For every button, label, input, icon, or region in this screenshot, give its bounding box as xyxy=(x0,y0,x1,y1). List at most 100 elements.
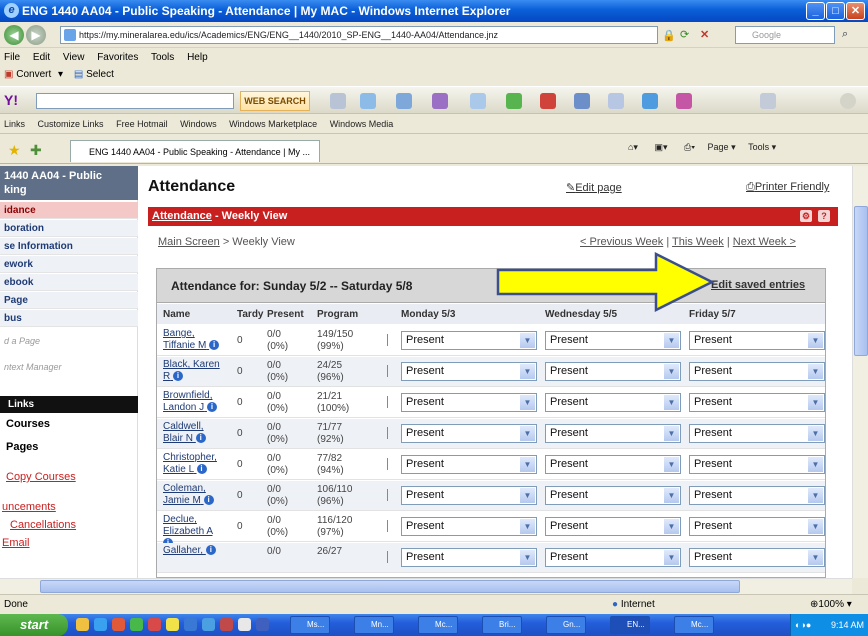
horizontal-scroll-thumb[interactable] xyxy=(40,580,740,593)
info-icon[interactable]: i xyxy=(205,545,216,556)
toolbar-music-icon[interactable] xyxy=(676,93,692,109)
wednesday-status-select[interactable]: Present ▼ xyxy=(545,455,681,474)
chevron-down-icon[interactable]: ▼ xyxy=(808,426,823,441)
friday-status-select[interactable]: Present ▼ xyxy=(689,424,825,443)
lock-icon[interactable]: 🔒 xyxy=(662,29,676,42)
wednesday-status-select[interactable]: Present ▼ xyxy=(545,486,681,505)
taskbar-item-4[interactable]: Bri... xyxy=(482,616,522,634)
toolbar-settings-icon[interactable] xyxy=(840,93,856,109)
quicklaunch-ie-icon[interactable] xyxy=(94,618,107,631)
link-windows-marketplace[interactable]: Windows Marketplace xyxy=(229,119,317,129)
chevron-down-icon[interactable]: ▼ xyxy=(664,426,679,441)
favorites-star-icon[interactable]: ★ xyxy=(8,142,21,159)
student-name-link[interactable]: Bange, Tiffanie M i xyxy=(163,328,225,352)
yahoo-logo-icon[interactable]: Y! xyxy=(4,92,18,108)
sidebar-item-course-information[interactable]: se Information xyxy=(0,238,138,255)
friday-status-select[interactable]: Present ▼ xyxy=(689,331,825,350)
taskbar-item-6[interactable]: EN... xyxy=(610,616,650,634)
chevron-down-icon[interactable]: ▼ xyxy=(808,519,823,534)
chevron-down-icon[interactable]: ▼ xyxy=(520,519,535,534)
quicklaunch-icon-8[interactable] xyxy=(202,618,215,631)
home-icon[interactable]: ⌂▾ xyxy=(628,142,638,152)
printer-friendly-link[interactable]: ⎙Printer Friendly xyxy=(746,181,829,194)
info-icon[interactable]: i xyxy=(206,402,217,413)
toolbar-news-icon[interactable] xyxy=(540,93,556,109)
wednesday-status-select[interactable]: Present ▼ xyxy=(545,393,681,412)
search-input[interactable]: Google xyxy=(735,26,835,44)
quicklaunch-icon-4[interactable] xyxy=(130,618,143,631)
add-favorites-icon[interactable]: ✚ xyxy=(30,142,42,159)
convert-dropdown-icon[interactable]: ▾ xyxy=(58,69,63,80)
student-name-link[interactable]: Black, Karen R i xyxy=(163,359,225,383)
quicklaunch-icon-5[interactable] xyxy=(148,618,161,631)
sidebar-item-collaboration[interactable]: boration xyxy=(0,220,138,237)
sidebar-item-coursework[interactable]: ework xyxy=(0,256,138,273)
toolbar-search-input[interactable] xyxy=(36,93,234,109)
monday-status-select[interactable]: Present ▼ xyxy=(401,362,537,381)
chevron-down-icon[interactable]: ▼ xyxy=(520,550,535,565)
toolbar-calendar-icon[interactable] xyxy=(642,93,658,109)
link-free-hotmail[interactable]: Free Hotmail xyxy=(116,119,168,129)
student-name-link[interactable]: Brownfield, Landon J i xyxy=(163,390,225,414)
taskbar-item-3[interactable]: Mc... xyxy=(418,616,458,634)
next-week-link[interactable]: Next Week > xyxy=(733,236,796,248)
tray-icons[interactable]: ◐◑● xyxy=(791,614,811,636)
sidebar-item-main-page[interactable]: Page xyxy=(0,292,138,309)
chevron-down-icon[interactable]: ▼ xyxy=(664,364,679,379)
student-name-link[interactable]: Gallaher, i xyxy=(163,545,225,557)
chevron-down-icon[interactable]: ▼ xyxy=(664,457,679,472)
info-icon[interactable]: i xyxy=(203,495,214,506)
sidebar-item-syllabus[interactable]: bus xyxy=(0,310,138,327)
zoom-level[interactable]: ⊕100% ▾ xyxy=(810,595,852,615)
link-customize-links[interactable]: Customize Links xyxy=(38,119,104,129)
chevron-down-icon[interactable]: ▼ xyxy=(664,395,679,410)
toolbar-cloud-icon[interactable] xyxy=(470,93,486,109)
sidebar-copy-courses-link[interactable]: Copy Courses xyxy=(6,471,76,483)
toolbar-mail-icon[interactable] xyxy=(360,93,376,109)
quicklaunch-icon-6[interactable] xyxy=(166,618,179,631)
menu-help[interactable]: Help xyxy=(187,52,208,63)
attendance-bar-link[interactable]: Attendance xyxy=(152,210,212,222)
select-button[interactable]: Select xyxy=(86,69,114,80)
sidebar-courses-link[interactable]: Courses xyxy=(6,418,50,430)
chevron-down-icon[interactable]: ▼ xyxy=(664,519,679,534)
chevron-down-icon[interactable]: ▼ xyxy=(520,457,535,472)
forward-button[interactable]: ▶ xyxy=(26,25,46,45)
link-windows[interactable]: Windows xyxy=(180,119,217,129)
friday-status-select[interactable]: Present ▼ xyxy=(689,362,825,381)
start-button[interactable]: start xyxy=(0,614,68,636)
toolbar-bookmarks-icon[interactable] xyxy=(574,93,590,109)
quicklaunch-icon-9[interactable] xyxy=(220,618,233,631)
student-name-link[interactable]: Christopher, Katie L i xyxy=(163,452,225,476)
monday-status-select[interactable]: Present ▼ xyxy=(401,331,537,350)
settings-icon[interactable]: ⚙ xyxy=(800,210,812,222)
vertical-scrollbar[interactable] xyxy=(852,166,868,578)
stop-icon[interactable]: ✕ xyxy=(700,28,709,41)
sidebar-announcements-link[interactable]: uncements xyxy=(2,501,56,513)
back-button[interactable]: ◀ xyxy=(4,25,24,45)
info-icon[interactable]: i xyxy=(196,464,207,475)
chevron-down-icon[interactable]: ▼ xyxy=(808,395,823,410)
sidebar-email-link[interactable]: Email xyxy=(2,537,30,549)
quicklaunch-icon-1[interactable] xyxy=(76,618,89,631)
student-name-link[interactable]: Caldwell, Blair N i xyxy=(163,421,225,445)
taskbar-item-7[interactable]: Mc... xyxy=(674,616,714,634)
friday-status-select[interactable]: Present ▼ xyxy=(689,517,825,536)
quicklaunch-icon-7[interactable] xyxy=(184,618,197,631)
close-button[interactable]: ✕ xyxy=(846,2,865,20)
toolbar-games-icon[interactable] xyxy=(506,93,522,109)
monday-status-select[interactable]: Present ▼ xyxy=(401,548,537,567)
breadcrumb-main-screen[interactable]: Main Screen xyxy=(158,236,220,248)
toolbar-messenger-icon[interactable] xyxy=(396,93,412,109)
toolbar-answers-icon[interactable] xyxy=(608,93,624,109)
chevron-down-icon[interactable]: ▼ xyxy=(520,333,535,348)
tools-menu-button[interactable]: Tools ▾ xyxy=(748,142,776,152)
menu-tools[interactable]: Tools xyxy=(151,52,174,63)
feeds-icon[interactable]: ▣▾ xyxy=(654,142,667,152)
wednesday-status-select[interactable]: Present ▼ xyxy=(545,424,681,443)
info-icon[interactable]: i xyxy=(173,371,184,382)
maximize-button[interactable]: □ xyxy=(826,2,845,20)
friday-status-select[interactable]: Present ▼ xyxy=(689,486,825,505)
chevron-down-icon[interactable]: ▼ xyxy=(520,395,535,410)
sidebar-item-attendance[interactable]: idance xyxy=(0,202,138,219)
